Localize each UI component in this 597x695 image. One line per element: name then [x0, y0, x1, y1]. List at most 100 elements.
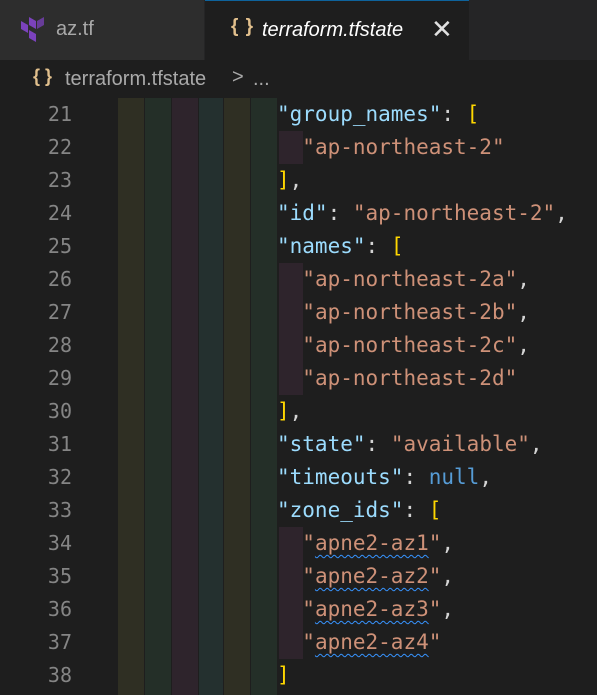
code-token: " — [302, 597, 315, 621]
code-line: 34 "apne2-az1", — [0, 527, 597, 560]
line-number: 32 — [47, 465, 72, 489]
code-text: "ap-northeast-2b", — [277, 296, 530, 329]
code-token: " — [428, 531, 442, 555]
code-token: "ap-northeast-2" — [302, 135, 505, 159]
code-token: : — [403, 498, 429, 522]
code-token: : — [403, 465, 429, 489]
code-text: "ap-northeast-2" — [277, 131, 505, 164]
line-number: 24 — [47, 201, 72, 225]
code-line: 31 "state": "available", — [0, 428, 597, 461]
json-braces-icon: { } — [231, 16, 255, 37]
code-line: 27 "ap-northeast-2b", — [0, 296, 597, 329]
code-text: "apne2-az1", — [277, 527, 454, 560]
json-braces-icon: { } — [33, 66, 53, 86]
code-token: " — [428, 597, 442, 621]
tab-bar: az.tf { } terraform.tfstate ✕ — [0, 0, 597, 60]
code-line: 25 "names": [ — [0, 230, 597, 263]
code-token: , — [529, 432, 543, 456]
code-token: "ap-northeast-2a" — [302, 267, 518, 291]
code-token: "names" — [277, 234, 366, 258]
line-number: 21 — [47, 102, 72, 126]
code-text: "ap-northeast-2d" — [277, 362, 517, 395]
line-number: 25 — [47, 234, 72, 258]
code-token: "ap-northeast-2c" — [302, 333, 518, 357]
code-token: [ — [466, 102, 480, 126]
code-token: "state" — [277, 432, 366, 456]
code-text: "ap-northeast-2a", — [277, 263, 530, 296]
code-token: : — [365, 432, 391, 456]
line-number: 36 — [47, 597, 72, 621]
spelling-squiggle: apne2-az3 — [314, 597, 429, 621]
line-number: 38 — [47, 663, 72, 687]
code-text: "state": "available", — [277, 428, 543, 461]
code-token: : — [365, 234, 391, 258]
code-token: , — [441, 564, 455, 588]
breadcrumb-more[interactable]: ... — [253, 68, 270, 91]
code-token: "id" — [277, 201, 328, 225]
code-line: 23], — [0, 164, 597, 197]
code-token: , — [555, 201, 568, 225]
code-token: [ — [428, 498, 442, 522]
code-token: "timeouts" — [277, 465, 404, 489]
code-line: 38] — [0, 659, 597, 692]
code-text: "group_names": [ — [277, 98, 479, 131]
code-token: [ — [390, 234, 404, 258]
code-token: , — [289, 399, 303, 423]
tab-terraform-tfstate[interactable]: { } terraform.tfstate ✕ — [205, 0, 469, 60]
code-token: , — [517, 267, 530, 291]
line-number: 27 — [47, 300, 72, 324]
close-icon[interactable]: ✕ — [431, 14, 453, 44]
breadcrumb-file[interactable]: terraform.tfstate — [65, 68, 206, 91]
code-token: "group_names" — [277, 102, 442, 126]
code-token: null — [428, 465, 480, 489]
tab-az-tf[interactable]: az.tf — [0, 0, 205, 60]
code-line: 26 "ap-northeast-2a", — [0, 263, 597, 296]
code-token: : — [441, 102, 467, 126]
line-number: 31 — [47, 432, 72, 456]
code-token: " — [302, 564, 315, 588]
code-token: "ap-northeast-2b" — [302, 300, 518, 324]
line-number: 23 — [47, 168, 72, 192]
code-text: ], — [277, 164, 302, 197]
line-number: 22 — [47, 135, 72, 159]
code-token: , — [289, 168, 303, 192]
code-line: 21 "group_names": [ — [0, 98, 597, 131]
code-text: "ap-northeast-2c", — [277, 329, 530, 362]
code-line: 24 "id": "ap-northeast-2", — [0, 197, 597, 230]
code-token: , — [517, 333, 530, 357]
code-token: "available" — [390, 432, 530, 456]
code-token: "zone_ids" — [277, 498, 404, 522]
code-editor[interactable]: 21 "group_names": [22 "ap-northeast-2" 23]… — [0, 98, 597, 695]
code-token: " — [428, 564, 442, 588]
code-text: "timeouts": null, — [277, 461, 492, 494]
code-token: " — [428, 630, 442, 654]
code-token: ] — [277, 399, 290, 423]
code-text: "apne2-az2", — [277, 560, 454, 593]
line-number: 33 — [47, 498, 72, 522]
spelling-squiggle: apne2-az1 — [314, 531, 429, 555]
code-token: " — [302, 630, 315, 654]
code-token: , — [517, 300, 530, 324]
code-text: "zone_ids": [ — [277, 494, 441, 527]
code-text: ], — [277, 395, 302, 428]
code-token: "ap-northeast-2d" — [302, 366, 518, 390]
spelling-squiggle: apne2-az2 — [314, 564, 429, 588]
line-number: 34 — [47, 531, 72, 555]
code-text: ] — [277, 659, 290, 692]
code-token: "ap-northeast-2" — [352, 201, 556, 225]
code-line: 33 "zone_ids": [ — [0, 494, 597, 527]
code-token: , — [441, 597, 455, 621]
code-token: ] — [277, 168, 290, 192]
code-token: , — [479, 465, 492, 489]
chevron-right-icon: > — [232, 66, 244, 88]
code-text: "apne2-az3", — [277, 593, 454, 626]
code-text: "id": "ap-northeast-2", — [277, 197, 568, 230]
code-line: 35 "apne2-az2", — [0, 560, 597, 593]
terraform-icon — [21, 17, 44, 42]
